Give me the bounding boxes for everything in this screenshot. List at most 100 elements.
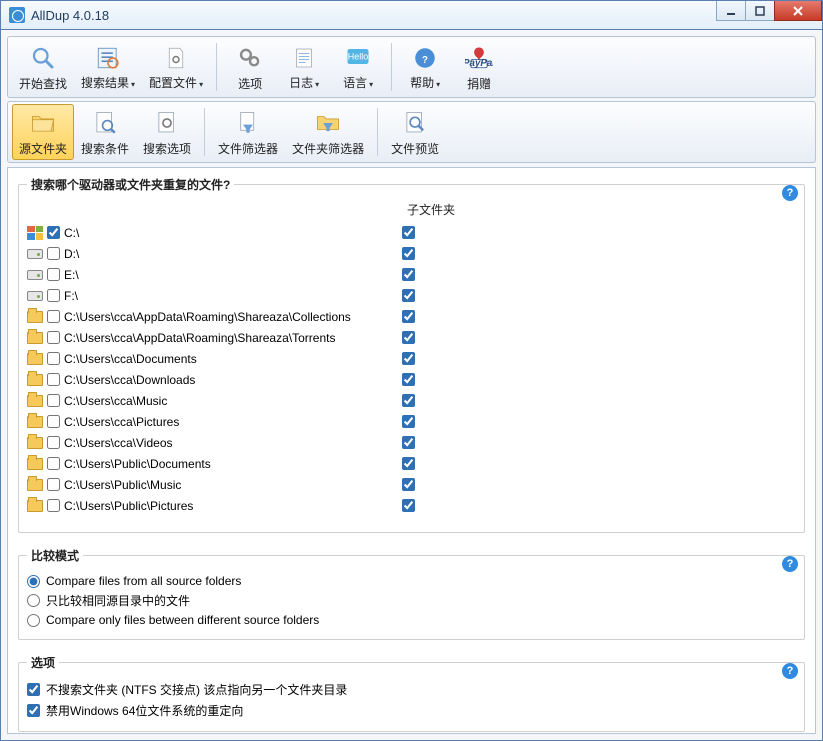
subfolder-checkbox[interactable] [402,499,415,512]
chevron-down-icon: ▾ [199,80,203,89]
folder-path-checkbox[interactable] [47,478,60,491]
help-button[interactable]: ? 帮助▾ [398,39,452,94]
folder-row[interactable]: C:\Users\cca\Pictures [27,411,780,432]
option-row[interactable]: 禁用Windows 64位文件系统的重定向 [27,700,796,721]
folder-path-checkbox[interactable] [47,289,60,302]
chevron-down-icon: ▾ [369,80,373,89]
subfolder-checkbox[interactable] [402,478,415,491]
language-label: 语言 [343,76,367,90]
doc-magnifier-icon [89,107,121,139]
svg-text:PayPal: PayPal [465,58,493,69]
doc-gear-icon [151,107,183,139]
search-criteria-tab[interactable]: 搜索条件 [74,104,136,160]
compare-mode-option[interactable]: Compare files from all source folders [27,572,796,590]
document-icon [160,42,192,74]
folder-path-checkbox[interactable] [47,394,60,407]
chevron-down-icon: ▾ [315,80,319,89]
folder-row[interactable]: F:\ [27,285,780,306]
folder-path-checkbox[interactable] [47,268,60,281]
help-badge-icon[interactable]: ? [782,556,798,572]
source-folder-tab[interactable]: 源文件夹 [12,104,74,160]
subfolders-header: 子文件夹 [27,201,796,218]
folder-path-label: C:\Users\cca\AppData\Roaming\Shareaza\To… [64,331,394,345]
minimize-button[interactable] [716,1,746,21]
subfolder-checkbox[interactable] [402,289,415,302]
folder-row[interactable]: C:\Users\Public\Documents [27,453,780,474]
option-label: 禁用Windows 64位文件系统的重定向 [46,702,243,719]
drive-icon [27,249,43,259]
folder-path-checkbox[interactable] [47,415,60,428]
subfolder-checkbox[interactable] [402,310,415,323]
compare-mode-radio[interactable] [27,594,40,607]
config-file-button[interactable]: 配置文件▾ [142,39,210,94]
language-button[interactable]: Hello 语言▾ [331,39,385,94]
donate-button[interactable]: PayPal 捐赠 [452,39,506,95]
close-button[interactable] [774,1,822,21]
options-button[interactable]: 选项 [223,39,277,95]
options-group: 选项 ? 不搜索文件夹 (NTFS 交接点) 该点指向另一个文件夹目录禁用Win… [18,654,805,732]
folder-icon [27,458,43,470]
subfolder-checkbox[interactable] [402,268,415,281]
subfolder-checkbox[interactable] [402,247,415,260]
folder-path-label: C:\Users\Public\Pictures [64,499,394,513]
compare-mode-option[interactable]: Compare only files between different sou… [27,611,796,629]
folder-row[interactable]: C:\Users\cca\Music [27,390,780,411]
option-row[interactable]: 不搜索文件夹 (NTFS 交接点) 该点指向另一个文件夹目录 [27,679,796,700]
folder-list[interactable]: C:\D:\E:\F:\C:\Users\cca\AppData\Roaming… [27,222,796,522]
source-folders-group: 搜索哪个驱动器或文件夹重复的文件? ? 子文件夹 C:\D:\E:\F:\C:\… [18,176,805,533]
subfolder-checkbox[interactable] [402,352,415,365]
subfolder-checkbox[interactable] [402,394,415,407]
folder-icon [27,353,43,365]
folder-row[interactable]: C:\Users\cca\Downloads [27,369,780,390]
app-icon [9,7,25,23]
folder-path-label: C:\Users\cca\Documents [64,352,394,366]
folder-path-label: C:\Users\cca\Music [64,394,394,408]
folder-path-checkbox[interactable] [47,310,60,323]
folder-path-checkbox[interactable] [47,331,60,344]
folder-row[interactable]: C:\Users\cca\AppData\Roaming\Shareaza\To… [27,327,780,348]
subfolder-checkbox[interactable] [402,436,415,449]
compare-mode-radio[interactable] [27,575,40,588]
search-options-tab[interactable]: 搜索选项 [136,104,198,160]
file-preview-tab[interactable]: 文件预览 [384,104,446,160]
hello-icon: Hello [342,42,374,74]
maximize-button[interactable] [745,1,775,21]
folder-path-checkbox[interactable] [47,499,60,512]
option-checkbox[interactable] [27,704,40,717]
file-filter-tab[interactable]: 文件筛选器 [211,104,285,160]
subfolder-checkbox[interactable] [402,331,415,344]
folder-row[interactable]: C:\Users\Public\Music [27,474,780,495]
help-badge-icon[interactable]: ? [782,185,798,201]
folder-row[interactable]: C:\Users\cca\Documents [27,348,780,369]
titlebar: AllDup 4.0.18 [0,0,823,30]
folder-path-checkbox[interactable] [47,436,60,449]
folder-row[interactable]: D:\ [27,243,780,264]
folder-row[interactable]: C:\Users\cca\Videos [27,432,780,453]
search-results-button[interactable]: 搜索结果▾ [74,39,142,94]
folder-row[interactable]: C:\Users\Public\Pictures [27,495,780,516]
folder-path-checkbox[interactable] [47,352,60,365]
source-folder-label: 源文件夹 [19,140,67,157]
folder-filter-tab[interactable]: 文件夹筛选器 [285,104,371,160]
search-criteria-label: 搜索条件 [81,140,129,157]
option-checkbox[interactable] [27,683,40,696]
folder-path-label: C:\Users\cca\Downloads [64,373,394,387]
folder-path-checkbox[interactable] [47,373,60,386]
log-button[interactable]: 日志▾ [277,39,331,94]
subfolder-checkbox[interactable] [402,373,415,386]
subfolder-checkbox[interactable] [402,415,415,428]
log-icon [288,42,320,74]
folder-row[interactable]: C:\Users\cca\AppData\Roaming\Shareaza\Co… [27,306,780,327]
compare-mode-option[interactable]: 只比较相同源目录中的文件 [27,590,796,611]
search-results-label: 搜索结果 [81,76,129,90]
start-search-button[interactable]: 开始查找 [12,39,74,95]
compare-mode-radio[interactable] [27,614,40,627]
folder-path-checkbox[interactable] [47,457,60,470]
folder-path-checkbox[interactable] [47,247,60,260]
folder-row[interactable]: E:\ [27,264,780,285]
folder-path-checkbox[interactable] [47,226,60,239]
help-badge-icon[interactable]: ? [782,663,798,679]
subfolder-checkbox[interactable] [402,226,415,239]
subfolder-checkbox[interactable] [402,457,415,470]
folder-row[interactable]: C:\ [27,222,780,243]
